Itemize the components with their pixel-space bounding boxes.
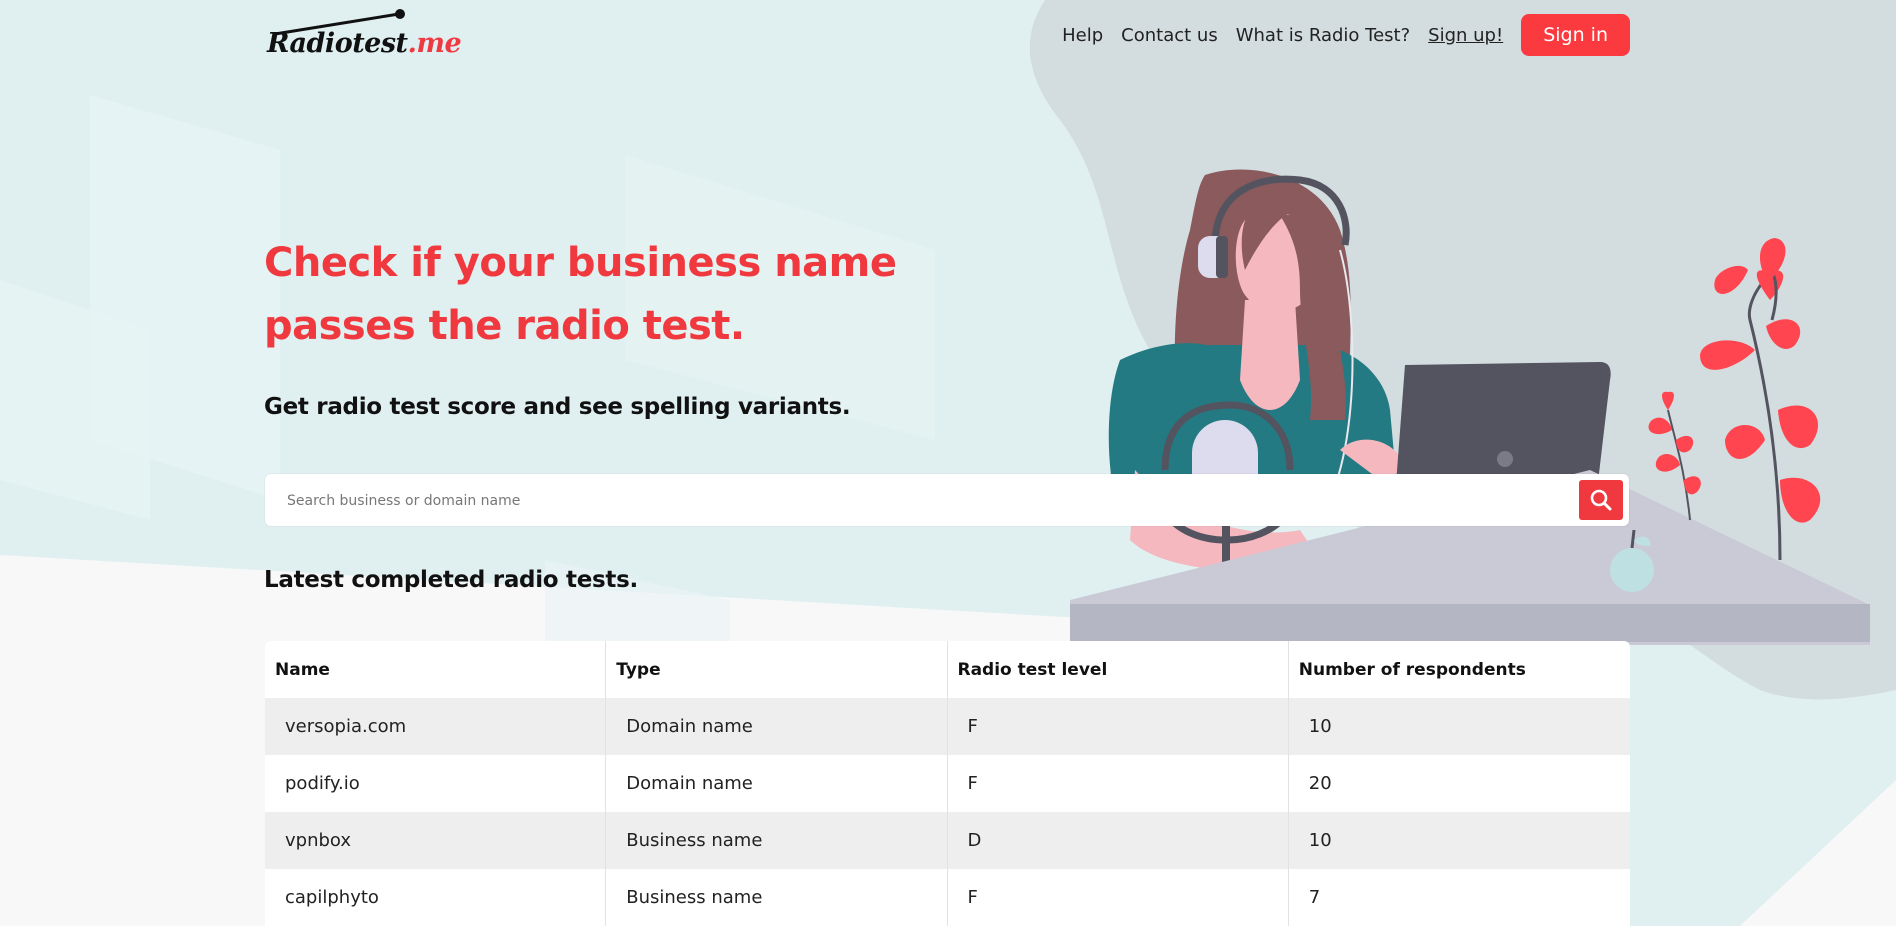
hero-subtitle: Get radio test score and see spelling va… xyxy=(264,394,851,420)
cell-level: F xyxy=(948,698,1289,755)
logo-text: Radiotest.me xyxy=(267,28,462,59)
nav-link-what-is-radio-test[interactable]: What is Radio Test? xyxy=(1236,25,1410,46)
hero-title: Check if your business name passes the r… xyxy=(264,232,964,358)
search-icon xyxy=(1590,489,1612,511)
cell-respondents: 10 xyxy=(1308,716,1332,737)
cell-level: D xyxy=(948,812,1289,869)
sign-in-button[interactable]: Sign in xyxy=(1521,14,1630,56)
cell-level: F xyxy=(948,755,1289,812)
cell-name[interactable]: capilphyto xyxy=(265,869,607,926)
cell-name[interactable]: vpnbox xyxy=(265,812,607,869)
cell-respondents: 10 xyxy=(1308,830,1332,851)
table-row[interactable]: capilphyto Business name F 7 xyxy=(265,869,1630,926)
column-header-respondents[interactable]: Number of respondents xyxy=(1289,641,1630,698)
table-row[interactable]: podify.io Domain name F 20 xyxy=(265,755,1630,812)
hero-title-line-1: Check if your business name xyxy=(264,240,897,286)
column-header-type[interactable]: Type xyxy=(606,641,948,698)
column-header-name[interactable]: Name xyxy=(265,641,607,698)
cell-name[interactable]: versopia.com xyxy=(265,698,607,755)
cell-level: F xyxy=(948,869,1289,926)
cell-type: Domain name xyxy=(606,755,948,812)
logo-text-suffix: .me xyxy=(407,28,462,59)
nav-link-sign-up[interactable]: Sign up! xyxy=(1428,25,1503,46)
nav-link-contact[interactable]: Contact us xyxy=(1121,25,1218,46)
search-input[interactable] xyxy=(285,474,1539,528)
latest-tests-heading: Latest completed radio tests. xyxy=(264,567,638,593)
search-button[interactable] xyxy=(1579,480,1623,520)
table-row[interactable]: vpnbox Business name D 10 xyxy=(265,812,1630,869)
latest-tests-table: Name Type Radio test level Number of res… xyxy=(265,641,1630,926)
cell-type: Domain name xyxy=(606,698,948,755)
cell-type: Business name xyxy=(606,869,948,926)
cell-respondents: 20 xyxy=(1308,773,1332,794)
cell-type: Business name xyxy=(606,812,948,869)
cell-respondents: 7 xyxy=(1308,887,1321,908)
column-header-radio-test-level[interactable]: Radio test level xyxy=(948,641,1289,698)
search-bar xyxy=(265,474,1629,528)
table-header: Name Type Radio test level Number of res… xyxy=(265,641,1630,698)
hero-title-line-2: passes the radio test. xyxy=(264,303,745,349)
logo-text-main: Radiotest xyxy=(267,28,408,59)
top-nav: Help Contact us What is Radio Test? Sign… xyxy=(1044,14,1630,56)
logo[interactable]: Radiotest.me xyxy=(263,6,463,66)
cell-name[interactable]: podify.io xyxy=(265,755,607,812)
table-row[interactable]: versopia.com Domain name F 10 xyxy=(265,698,1630,755)
nav-link-help[interactable]: Help xyxy=(1062,25,1103,46)
